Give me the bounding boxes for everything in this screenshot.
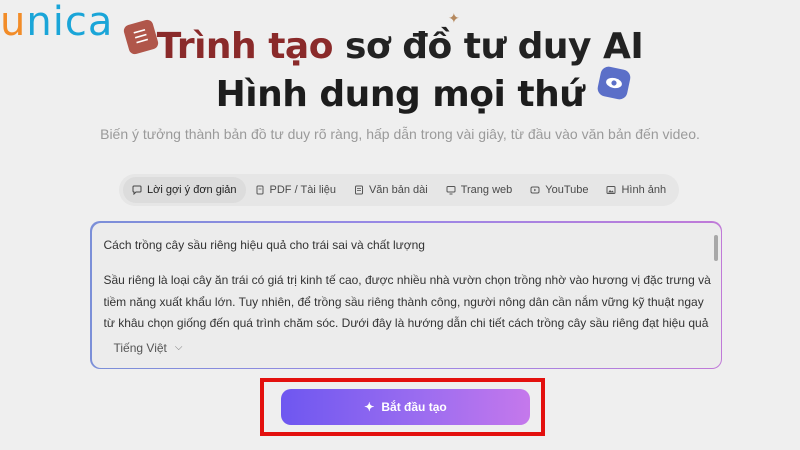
tab-label: Trang web: [460, 184, 513, 196]
tab-label: PDF / Tài liệu: [269, 184, 336, 196]
sparkle-button-icon: ✦: [364, 400, 375, 414]
chevron-down-icon: ⌵: [174, 342, 183, 353]
start-generate-button[interactable]: ✦ Bắt đầu tạo: [281, 389, 530, 425]
play-icon: [530, 186, 540, 194]
tab-youtube[interactable]: YouTube: [521, 177, 597, 203]
prompt-title-line: Cách trồng cây sầu riêng hiệu quả cho tr…: [103, 237, 425, 252]
prompt-paragraph: Sầu riêng là loại cây ăn trái có giá trị…: [103, 273, 711, 330]
image-icon: [606, 186, 616, 194]
title-rest: sơ đồ tư duy AI: [332, 26, 644, 67]
tab-website[interactable]: Trang web: [437, 177, 522, 203]
language-value: Tiếng Việt: [113, 340, 167, 355]
textarea-scrollbar[interactable]: [713, 234, 718, 261]
tab-label: Lời gợi ý đơn giản: [147, 184, 237, 196]
tab-pdf-document[interactable]: PDF / Tài liệu: [246, 177, 345, 203]
chat-bubble-icon: [132, 185, 142, 195]
tab-long-text[interactable]: Văn bản dài: [345, 177, 437, 203]
start-button-label: Bắt đầu tạo: [381, 400, 447, 414]
input-type-tabs: Lời gợi ý đơn giản PDF / Tài liệu Văn bả…: [119, 174, 680, 206]
page-title-line2: Hình dung mọi thứ: [215, 74, 585, 115]
document-lines-icon: [354, 185, 363, 195]
tab-label: Văn bản dài: [368, 184, 428, 196]
prompt-card-body: Cách trồng cây sầu riêng hiệu quả cho tr…: [91, 222, 721, 368]
page-subtitle: Biến ý tưởng thành bản đồ tư duy rõ ràng…: [100, 126, 700, 142]
title-accent: Trình tạo: [156, 26, 334, 67]
page: unica ☰ ✦ Trình tạo sơ đồ tư duy AI Hình…: [0, 0, 800, 450]
tab-label: Hình ảnh: [621, 184, 667, 196]
file-icon: [256, 185, 264, 195]
tab-image[interactable]: Hình ảnh: [597, 177, 675, 203]
page-title: Trình tạo sơ đồ tư duy AI: [0, 26, 800, 67]
prompt-textarea[interactable]: Cách trồng cây sầu riêng hiệu quả cho tr…: [104, 235, 712, 330]
language-select[interactable]: Tiếng Việt ⌵: [114, 341, 183, 355]
tab-simple-prompt[interactable]: Lời gợi ý đơn giản: [123, 177, 246, 203]
prompt-card: Cách trồng cây sầu riêng hiệu quả cho tr…: [90, 221, 722, 369]
sparkle-icon: ✦: [448, 10, 460, 26]
tab-label: YouTube: [545, 184, 589, 196]
monitor-icon: [446, 186, 456, 195]
